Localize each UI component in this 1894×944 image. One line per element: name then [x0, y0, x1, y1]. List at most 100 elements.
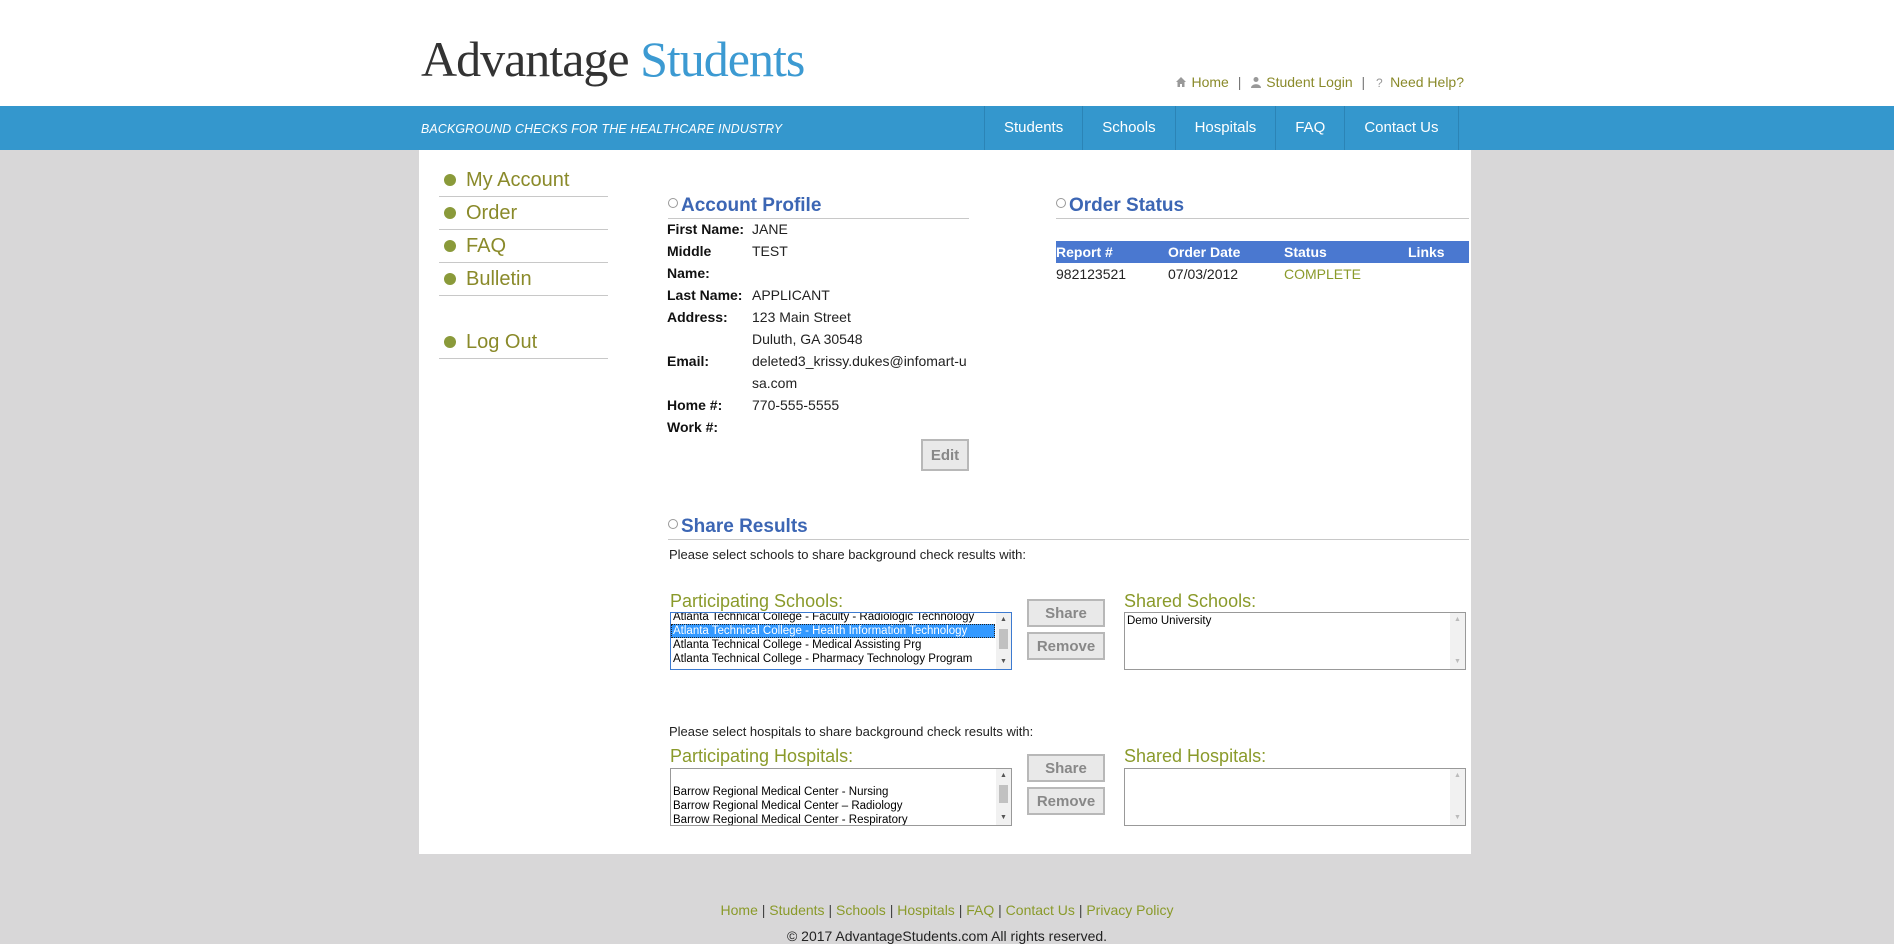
scroll-up-icon[interactable]: ▲ [1450, 769, 1465, 783]
sidebar-item-label: FAQ [466, 234, 507, 257]
order-date: 07/03/2012 [1168, 266, 1239, 282]
remove-school-button[interactable]: Remove [1027, 632, 1105, 660]
list-item[interactable]: Barrow Regional Medical Center - Nursing [671, 785, 1011, 799]
remove-hospital-button[interactable]: Remove [1027, 787, 1105, 815]
report-number: 982123521 [1056, 266, 1127, 282]
table-row: 982123521 07/03/2012 COMPLETE [1056, 263, 1469, 285]
separator: | [761, 902, 766, 918]
shared-schools-list[interactable]: Demo University ▲ ▼ [1124, 612, 1466, 670]
participating-schools-list[interactable]: Atlanta Technical College - Faculty - Ra… [670, 612, 1012, 670]
profile-row-home-phone: Home #: 770-555-5555 [667, 397, 840, 413]
section-bullet-icon [668, 198, 678, 208]
scrollbar[interactable]: ▲ ▼ [1450, 769, 1465, 825]
column-header-report: Report # [1056, 241, 1168, 263]
separator: | [998, 902, 1002, 918]
main-nav: Students Schools Hospitals FAQ Contact U… [984, 106, 1459, 150]
copyright: © 2017 AdvantageStudents.com All rights … [786, 928, 1108, 944]
order-status-value[interactable]: COMPLETE [1284, 263, 1408, 285]
list-item[interactable]: Barrow Regional Medical Center - Respira… [671, 813, 1011, 825]
shared-hospitals-list[interactable]: ▲ ▼ [1124, 768, 1466, 826]
scroll-down-icon[interactable]: ▼ [996, 811, 1011, 825]
scroll-thumb[interactable] [999, 629, 1008, 649]
scroll-thumb[interactable] [999, 785, 1008, 803]
separator: | [1078, 902, 1083, 918]
content-panel: My Account Order FAQ Bulletin Log Out Ac… [419, 150, 1471, 854]
sidebar-item-label: Order [466, 201, 518, 224]
hospitals-prompt: Please select hospitals to share backgro… [669, 724, 1034, 739]
scrollbar[interactable]: ▲ ▼ [1450, 613, 1465, 669]
logo-word-students: Students [640, 31, 805, 87]
question-icon: ? [1376, 76, 1383, 88]
profile-row-middle-name: Middle Name: TEST [667, 243, 788, 281]
sidebar-item-label: Bulletin [466, 267, 532, 290]
scroll-up-icon[interactable]: ▲ [996, 769, 1011, 783]
nav-hospitals[interactable]: Hospitals [1174, 106, 1276, 150]
address-line-2: Duluth, GA 30548 [752, 331, 863, 347]
column-header-links: Links [1408, 241, 1469, 263]
account-profile: First Name: JANE Middle Name: TEST Last Na… [667, 218, 972, 438]
participating-hospitals-list[interactable]: Barrow Regional Medical Center - Nursing… [670, 768, 1012, 826]
list-item-selected[interactable]: Atlanta Technical College - Health Infor… [671, 624, 995, 638]
tagline: BACKGROUND CHECKS FOR THE HEALTHCARE IND… [421, 121, 783, 136]
scroll-down-icon[interactable]: ▼ [1450, 655, 1465, 669]
footer-link-faq[interactable]: FAQ [966, 902, 994, 918]
separator: | [958, 902, 963, 918]
address-line-1: 123 Main Street [752, 309, 851, 325]
nav-students[interactable]: Students [984, 106, 1082, 150]
scroll-down-icon[interactable]: ▼ [996, 655, 1011, 669]
column-header-status: Status [1284, 241, 1408, 263]
list-item[interactable]: Barrow Regional Medical Center – Radiolo… [671, 799, 1011, 813]
nav-schools[interactable]: Schools [1082, 106, 1174, 150]
footer-links: Home | Students | Schools | Hospitals | … [0, 902, 1894, 918]
scroll-up-icon[interactable]: ▲ [996, 613, 1011, 627]
sidebar-item-bulletin[interactable]: Bulletin [439, 263, 608, 296]
scrollbar[interactable]: ▲ ▼ [996, 769, 1011, 825]
order-status-table: Report # Order Date Status Links 9821235… [1056, 241, 1469, 285]
order-status-title: Order Status [1056, 195, 1184, 217]
sidebar: My Account Order FAQ Bulletin Log Out [439, 164, 608, 359]
sidebar-item-log-out[interactable]: Log Out [439, 326, 608, 359]
bullet-icon [444, 240, 456, 252]
top-link-home[interactable]: Home [1191, 74, 1228, 90]
list-item[interactable]: Atlanta Technical College - Medical Assi… [671, 638, 1011, 652]
sidebar-item-label: My Account [466, 168, 570, 191]
list-item[interactable] [671, 771, 1011, 785]
bullet-icon [444, 336, 456, 348]
list-item[interactable]: Atlanta Technical College - Faculty - Ra… [671, 613, 1011, 624]
footer-link-privacy-policy[interactable]: Privacy Policy [1086, 902, 1173, 918]
footer-link-schools[interactable]: Schools [836, 902, 886, 918]
nav-contact-us[interactable]: Contact Us [1344, 106, 1457, 150]
participating-schools-label: Participating Schools: [670, 591, 844, 611]
sidebar-item-my-account[interactable]: My Account [439, 164, 608, 197]
sidebar-item-order[interactable]: Order [439, 197, 608, 230]
profile-row-last-name: Last Name: APPLICANT [667, 287, 830, 303]
list-item[interactable]: Demo University [1125, 614, 1465, 628]
share-school-button[interactable]: Share [1027, 599, 1105, 627]
main-nav-bar: BACKGROUND CHECKS FOR THE HEALTHCARE IND… [0, 106, 1894, 150]
home-icon [1176, 77, 1187, 87]
scroll-up-icon[interactable]: ▲ [1450, 613, 1465, 627]
scroll-down-icon[interactable]: ▼ [1450, 811, 1465, 825]
share-hospital-button[interactable]: Share [1027, 754, 1105, 782]
footer-link-hospitals[interactable]: Hospitals [897, 902, 955, 918]
footer-link-students[interactable]: Students [769, 902, 824, 918]
edit-profile-button[interactable]: Edit [921, 439, 969, 471]
scrollbar[interactable]: ▲ ▼ [996, 613, 1011, 669]
separator: | [828, 902, 833, 918]
share-results-title: Share Results [668, 516, 808, 538]
order-links [1408, 263, 1469, 285]
top-link-student-login[interactable]: Student Login [1266, 74, 1352, 90]
footer-link-contact-us[interactable]: Contact Us [1006, 902, 1075, 918]
table-header-row: Report # Order Date Status Links [1056, 241, 1469, 263]
nav-faq[interactable]: FAQ [1275, 106, 1344, 150]
site-logo[interactable]: Advantage Students [421, 30, 805, 88]
list-item[interactable]: Atlanta Technical College - Pharmacy Tec… [671, 652, 1011, 666]
svg-text:?: ? [1376, 76, 1383, 88]
sidebar-item-faq[interactable]: FAQ [439, 230, 608, 263]
schools-prompt: Please select schools to share backgroun… [669, 547, 1026, 562]
top-link-need-help[interactable]: Need Help? [1390, 74, 1464, 90]
footer-link-home[interactable]: Home [721, 902, 758, 918]
logo-word-advantage: Advantage [421, 31, 630, 87]
site-header: Advantage Students Home | Student Login … [0, 0, 1894, 106]
